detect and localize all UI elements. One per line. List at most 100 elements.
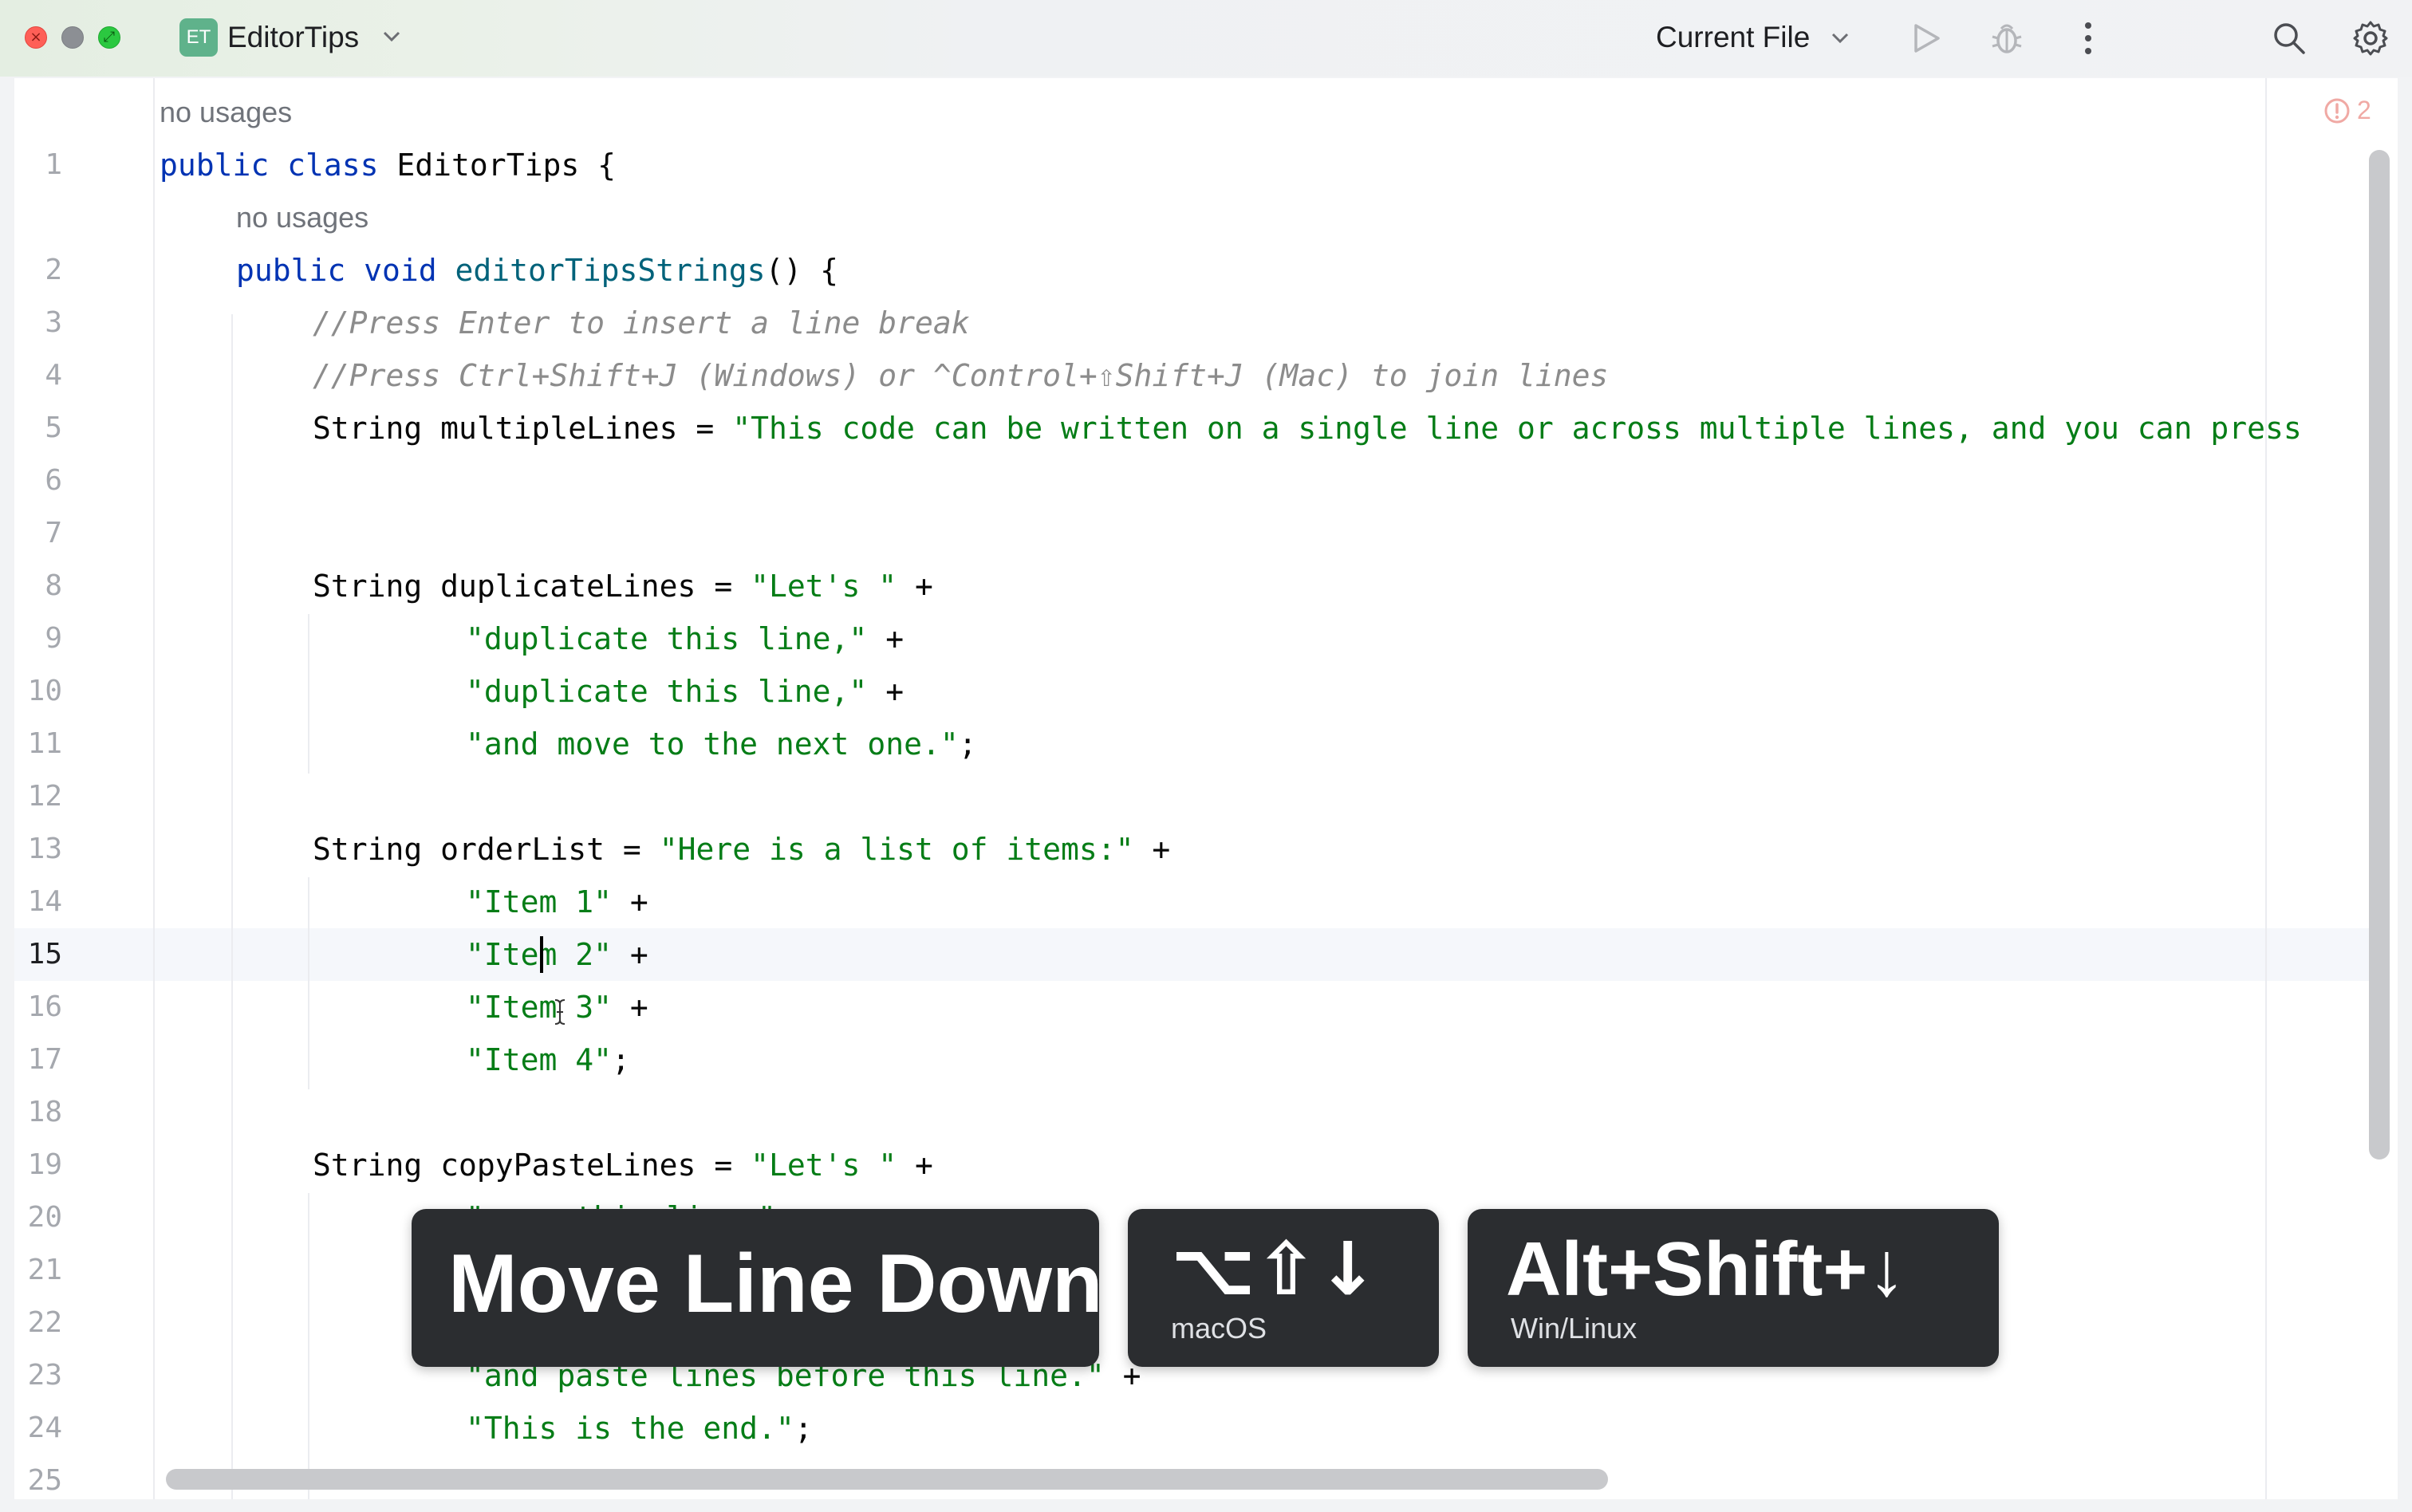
- zoom-window-button[interactable]: ⤢: [98, 26, 120, 49]
- line-number[interactable]: 22: [14, 1297, 62, 1349]
- line-number[interactable]: 24: [14, 1402, 62, 1455]
- operator: +: [612, 990, 648, 1025]
- line-number[interactable]: 11: [14, 718, 62, 770]
- code-line-13[interactable]: String orderList = "Here is a list of it…: [313, 823, 1170, 876]
- more-actions-button[interactable]: [2066, 16, 2110, 61]
- search-icon: [2274, 23, 2305, 54]
- settings-button[interactable]: [2348, 16, 2393, 61]
- run-configuration-selector[interactable]: Current File: [1656, 18, 1810, 57]
- project-chevron-down-icon[interactable]: [381, 29, 402, 45]
- method-name: editorTipsStrings: [455, 253, 766, 288]
- string-literal: "Let's ": [751, 569, 897, 604]
- line-number[interactable]: 20: [14, 1191, 62, 1244]
- close-window-button[interactable]: ×: [25, 26, 47, 49]
- line-number[interactable]: 2: [14, 244, 62, 297]
- macos-shortcut-panel: ⌥⇧↓ macOS: [1128, 1209, 1439, 1367]
- string-literal: "This is the end.": [466, 1411, 794, 1446]
- line-number[interactable]: 17: [14, 1034, 62, 1086]
- line-number[interactable]: 1: [14, 139, 62, 191]
- close-icon: ×: [30, 29, 42, 45]
- minimize-window-button[interactable]: [61, 26, 84, 49]
- operator: +: [867, 674, 905, 709]
- line-number[interactable]: 13: [14, 823, 62, 876]
- string-literal: "duplicate this line,": [466, 621, 868, 656]
- line-number[interactable]: 21: [14, 1244, 62, 1297]
- line-number[interactable]: 7: [14, 507, 62, 560]
- current-line-highlight: [14, 928, 2375, 981]
- code-line-11[interactable]: "and move to the next one.";: [466, 718, 977, 770]
- warning-icon: [2324, 98, 2350, 123]
- action-name: Move Line Down: [448, 1238, 1103, 1330]
- line-number-current[interactable]: 15: [14, 928, 62, 981]
- declaration: String duplicateLines =: [313, 569, 751, 604]
- code-line-10[interactable]: "duplicate this line," +: [466, 665, 904, 718]
- inspection-widget[interactable]: 2: [2323, 96, 2371, 125]
- declaration: String copyPasteLines =: [313, 1148, 751, 1183]
- text-caret: [540, 936, 543, 973]
- usage-hint[interactable]: no usages: [236, 191, 368, 244]
- string-literal: "Item 3": [466, 990, 613, 1025]
- gutter-separator: [153, 78, 155, 1499]
- debug-button[interactable]: [1984, 16, 2029, 61]
- keyword: public class: [160, 148, 397, 183]
- run-icon: [1914, 24, 1940, 53]
- line-number[interactable]: 16: [14, 981, 62, 1034]
- project-name[interactable]: EditorTips: [227, 18, 359, 57]
- code-line-17[interactable]: "Item 4";: [466, 1034, 630, 1086]
- run-button[interactable]: [1903, 16, 1948, 61]
- code-line-3-comment[interactable]: //Press Enter to insert a line break: [313, 297, 970, 349]
- code-line-2[interactable]: public void editorTipsStrings() {: [236, 244, 838, 297]
- code-line-14[interactable]: "Item 1" +: [466, 876, 648, 928]
- more-icon: [2085, 22, 2091, 54]
- operator: ;: [612, 1042, 630, 1077]
- indent-guide: [308, 1193, 309, 1499]
- declaration: String multipleLines =: [313, 411, 733, 446]
- indent-guide: [308, 614, 309, 774]
- operator: +: [867, 621, 905, 656]
- vertical-scrollbar[interactable]: [2369, 150, 2390, 1160]
- horizontal-scrollbar[interactable]: [166, 1469, 1608, 1490]
- indent-guide: [308, 877, 309, 1089]
- operator: ;: [958, 726, 977, 762]
- line-number[interactable]: 9: [14, 612, 62, 665]
- run-config-chevron-down-icon[interactable]: [1830, 30, 1850, 46]
- code-line-15[interactable]: "Item 2" +: [466, 928, 648, 981]
- code-line-5[interactable]: String multipleLines = "This code can be…: [313, 402, 2302, 455]
- operator: +: [612, 937, 648, 972]
- project-badge[interactable]: ET: [179, 18, 218, 57]
- code-line-4-comment[interactable]: //Press Ctrl+Shift+J (Windows) or ^Contr…: [313, 349, 1608, 402]
- line-number[interactable]: 8: [14, 560, 62, 612]
- line-number[interactable]: 3: [14, 297, 62, 349]
- punctuation: () {: [765, 253, 838, 288]
- win-linux-label: Win/Linux: [1511, 1312, 1638, 1345]
- line-number[interactable]: 19: [14, 1139, 62, 1191]
- code-line-9[interactable]: "duplicate this line," +: [466, 612, 904, 665]
- text-cursor-icon: [554, 999, 566, 1025]
- fullscreen-icon: ⤢: [103, 29, 116, 45]
- operator: +: [897, 1148, 933, 1183]
- code-line-1[interactable]: public class EditorTips {: [160, 139, 616, 191]
- line-number[interactable]: 12: [14, 770, 62, 823]
- line-number[interactable]: 14: [14, 876, 62, 928]
- keyword: public void: [236, 253, 455, 288]
- line-number[interactable]: 5: [14, 402, 62, 455]
- line-number[interactable]: 10: [14, 665, 62, 718]
- line-number[interactable]: 6: [14, 455, 62, 507]
- string-literal: "duplicate this line,": [466, 674, 868, 709]
- code-line-19[interactable]: String copyPasteLines = "Let's " +: [313, 1139, 933, 1191]
- string-literal: "Item 4": [466, 1042, 613, 1077]
- declaration: String orderList =: [313, 832, 660, 867]
- code-line-8[interactable]: String duplicateLines = "Let's " +: [313, 560, 933, 612]
- operator: +: [612, 884, 648, 919]
- usage-hint[interactable]: no usages: [160, 86, 292, 139]
- line-number[interactable]: 23: [14, 1349, 62, 1402]
- debug-icon: [1992, 24, 2022, 53]
- code-line-24[interactable]: "This is the end.";: [466, 1402, 813, 1455]
- indent-guide: [231, 314, 233, 1499]
- line-number[interactable]: 18: [14, 1086, 62, 1139]
- string-literal: "Item 2": [466, 937, 613, 972]
- line-number[interactable]: 25: [14, 1455, 62, 1499]
- search-everywhere-button[interactable]: [2267, 16, 2312, 61]
- title-bar: × ⤢ ET EditorTips Current File: [0, 0, 2412, 77]
- line-number[interactable]: 4: [14, 349, 62, 402]
